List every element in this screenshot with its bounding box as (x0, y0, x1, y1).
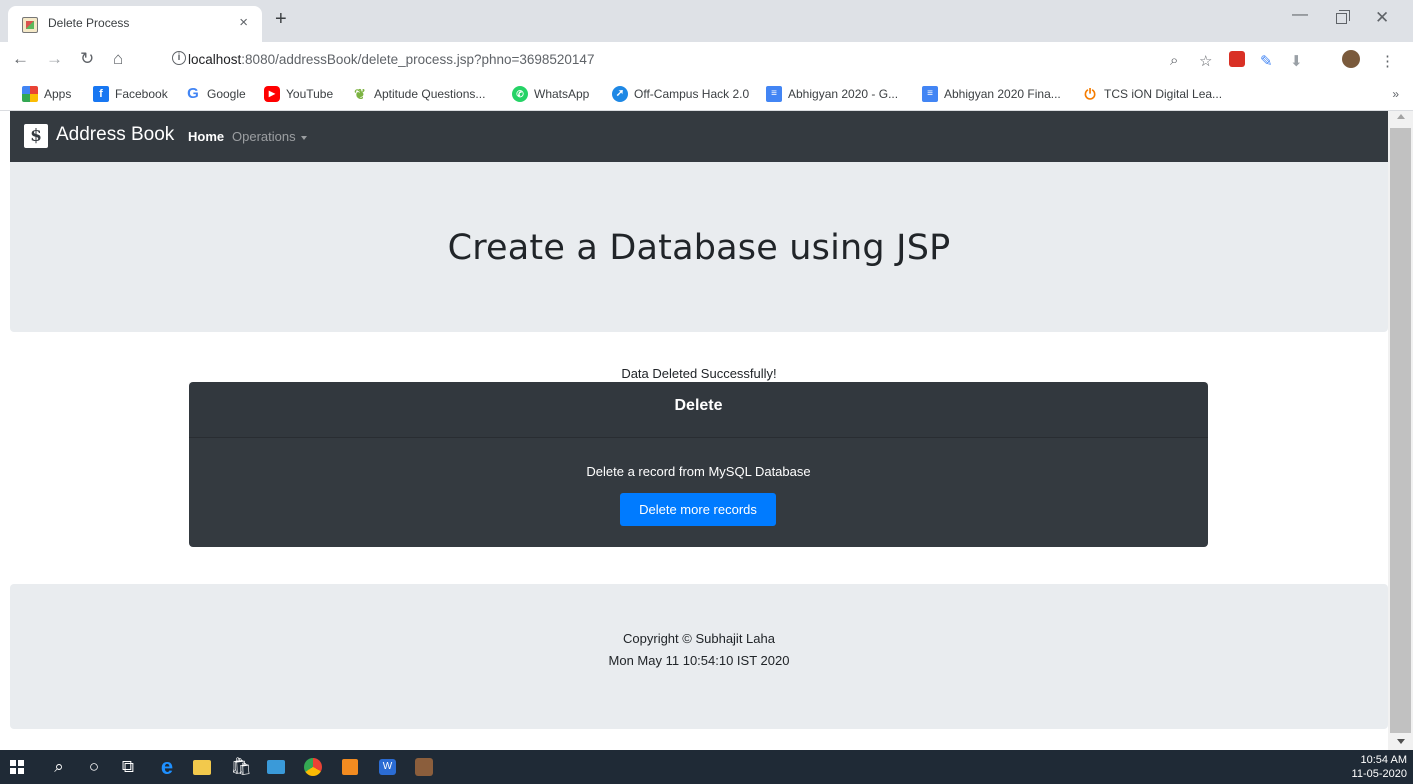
clock-date: 11-05-2020 (1351, 768, 1407, 780)
bookmarks-overflow-icon[interactable]: » (1392, 87, 1399, 101)
restore-window-button[interactable] (1336, 10, 1350, 24)
page-title: Create a Database using JSP (447, 228, 951, 268)
browser-toolbar: ← → ↻ ⌂ i localhost:8080/addressBook/del… (0, 42, 1413, 78)
browser-tab-strip: Delete Process × + — ✕ (0, 0, 1413, 42)
reload-icon[interactable]: ↻ (80, 49, 94, 69)
home-icon[interactable]: ⌂ (113, 49, 123, 69)
zoom-icon[interactable]: ⌕ (1170, 52, 1178, 69)
card-header: Delete (189, 382, 1208, 438)
youtube-icon: ▶ (264, 86, 280, 102)
extension-download-icon[interactable]: ⬇ (1290, 52, 1303, 70)
whatsapp-icon: ✆ (512, 86, 528, 102)
bookmark-abhigyan-final[interactable]: ≡ Abhigyan 2020 Fina... (922, 86, 1061, 102)
hack-icon: ➚ (612, 86, 628, 102)
close-window-button[interactable]: ✕ (1375, 8, 1389, 28)
chrome-menu-icon[interactable]: ⋮ (1380, 52, 1395, 70)
system-clock[interactable]: 10:54 AM 11-05-2020 (1352, 753, 1407, 781)
tab-close-icon[interactable]: × (239, 14, 248, 31)
bookmark-apps[interactable]: Apps (22, 86, 71, 102)
windows-taskbar: ⌕ ○ ⧉ e 🛍 W 10:54 AM 11-05-2020 (0, 750, 1413, 784)
facebook-icon: f (93, 86, 109, 102)
url-text: localhost:8080/addressBook/delete_proces… (188, 52, 595, 67)
back-arrow-icon[interactable]: ← (12, 49, 29, 69)
delete-more-records-button[interactable]: Delete more records (620, 493, 776, 526)
forward-arrow-icon[interactable]: → (46, 49, 63, 69)
site-info-icon[interactable]: i (172, 51, 186, 65)
aptitude-icon: ❦ (354, 86, 366, 102)
bookmark-off-campus-hack[interactable]: ➚ Off-Campus Hack 2.0 (612, 86, 749, 102)
delete-card: Delete Delete a record from MySQL Databa… (189, 382, 1208, 547)
word-icon[interactable]: W (379, 759, 396, 775)
docs-icon: ≡ (922, 86, 938, 102)
scroll-up-arrow-icon[interactable] (1397, 114, 1405, 119)
footer: Copyright © Subhajit Laha Mon May 11 10:… (10, 584, 1388, 729)
bookmark-youtube[interactable]: ▶ YouTube (264, 86, 333, 102)
footer-date: Mon May 11 10:54:10 IST 2020 (608, 653, 790, 668)
cortana-icon[interactable]: ○ (83, 756, 105, 778)
jumbotron: Create a Database using JSP (10, 162, 1388, 332)
apps-grid-icon (22, 86, 38, 102)
scroll-down-arrow-icon[interactable] (1397, 739, 1405, 744)
bookmark-whatsapp[interactable]: ✆ WhatsApp (512, 86, 589, 102)
browser-tab[interactable]: Delete Process × (8, 6, 262, 42)
nav-home-link[interactable]: Home (188, 129, 224, 144)
site-navbar: $ Address Book Home Operations (10, 111, 1388, 162)
scrollbar-thumb[interactable] (1390, 128, 1411, 733)
bookmark-google[interactable]: G Google (185, 86, 246, 102)
page-favicon-icon (22, 17, 38, 33)
google-icon: G (187, 85, 199, 102)
task-view-icon[interactable]: ⧉ (117, 756, 139, 778)
bookmark-aptitude[interactable]: ❦ Aptitude Questions... (352, 86, 485, 102)
tcs-icon: ⏻ (1084, 86, 1096, 102)
store-icon[interactable]: 🛍 (230, 756, 252, 778)
address-book-logo-icon[interactable]: $ (24, 124, 48, 148)
chrome-icon[interactable] (304, 758, 322, 776)
sublime-text-icon[interactable] (342, 759, 358, 775)
edge-icon[interactable]: e (156, 756, 178, 778)
file-explorer-icon[interactable] (193, 760, 211, 775)
clock-time: 10:54 AM (1360, 754, 1407, 766)
bookmark-abhigyan-g[interactable]: ≡ Abhigyan 2020 - G... (766, 86, 898, 102)
caret-down-icon (300, 135, 307, 140)
card-text: Delete a record from MySQL Database (586, 464, 811, 479)
bookmark-star-icon[interactable]: ☆ (1199, 52, 1212, 70)
mail-icon[interactable] (267, 760, 285, 774)
navbar-brand[interactable]: Address Book (56, 124, 174, 146)
nav-operations-dropdown[interactable]: Operations (232, 129, 307, 144)
card-title: Delete (674, 397, 723, 414)
address-bar[interactable]: i localhost:8080/addressBook/delete_proc… (160, 46, 1220, 74)
tab-title: Delete Process (48, 16, 130, 30)
game-app-icon[interactable] (415, 758, 433, 776)
new-tab-button[interactable]: + (275, 8, 287, 30)
status-message: Data Deleted Successfully! (621, 366, 777, 381)
docs-icon: ≡ (766, 86, 782, 102)
bookmark-facebook[interactable]: f Facebook (93, 86, 168, 102)
bookmark-tcs-ion[interactable]: ⏻ TCS iON Digital Lea... (1082, 86, 1222, 102)
footer-copyright: Copyright © Subhajit Laha (623, 631, 775, 646)
search-icon[interactable]: ⌕ (48, 756, 70, 778)
windows-start-icon[interactable] (10, 760, 24, 774)
minimize-window-button[interactable]: — (1292, 6, 1308, 24)
profile-avatar[interactable] (1342, 50, 1360, 68)
bookmarks-bar: Apps f Facebook G Google ▶ YouTube ❦ Apt… (0, 78, 1413, 111)
page-scrollbar[interactable] (1388, 111, 1413, 750)
extension-block-icon[interactable] (1229, 51, 1245, 67)
extension-pen-icon[interactable]: ✎ (1260, 52, 1273, 70)
